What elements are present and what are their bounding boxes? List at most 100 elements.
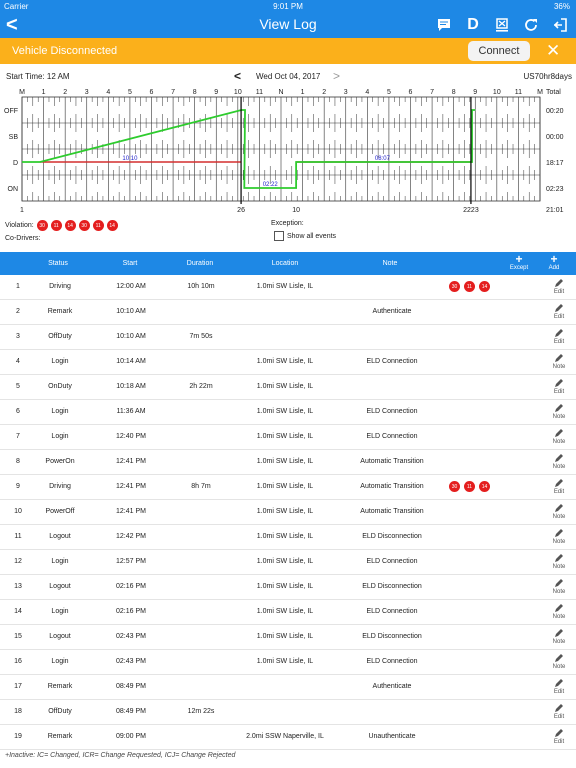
pencil-icon bbox=[546, 578, 572, 588]
table-row[interactable]: 5 OnDuty 10:18 AM 2h 22m 1.0mi SW Lisle, IL E… bbox=[0, 375, 576, 400]
table-row[interactable]: 1 Driving 12:00 AM 10h 10m 1.0mi SW Lisle, I… bbox=[0, 275, 576, 300]
edit-button[interactable]: Edit bbox=[546, 278, 572, 296]
row-location: 1.0mi SW Lisle, IL bbox=[256, 558, 314, 565]
pencil-icon bbox=[546, 703, 572, 713]
row-status: Logout bbox=[49, 633, 71, 640]
row-start: 02:16 PM bbox=[116, 608, 146, 615]
table-row[interactable]: 2 Remark 10:10 AM Authenticate Edit bbox=[0, 300, 576, 325]
action-label: Note bbox=[552, 439, 566, 445]
note-button[interactable]: Note bbox=[546, 353, 572, 371]
action-label: Note bbox=[552, 639, 566, 645]
refresh-icon[interactable] bbox=[521, 15, 541, 35]
table-row[interactable]: 10 PowerOff 12:41 PM 1.0mi SW Lisle, IL Auto… bbox=[0, 500, 576, 525]
hour-label: 6 bbox=[409, 89, 413, 96]
close-icon[interactable]: ✕ bbox=[546, 41, 560, 61]
note-button[interactable]: Note bbox=[546, 578, 572, 596]
note-button[interactable]: Note bbox=[546, 503, 572, 521]
table-row[interactable]: 18 OffDuty 08:49 PM 12m 22s Edit bbox=[0, 700, 576, 725]
col-location: Location bbox=[271, 260, 299, 267]
row-start: 08:49 PM bbox=[116, 708, 146, 715]
table-row[interactable]: 9 Driving 12:41 PM 8h 7m 1.0mi SW Lisle, IL A… bbox=[0, 475, 576, 500]
action-label: Edit bbox=[553, 339, 565, 345]
add-label: Add bbox=[548, 265, 560, 271]
col-note: Note bbox=[382, 260, 398, 267]
d-icon[interactable]: D bbox=[463, 15, 483, 35]
note-button[interactable]: Note bbox=[546, 453, 572, 471]
col-start: Start bbox=[122, 260, 138, 267]
row-number: 9 bbox=[16, 483, 20, 490]
row-status: Remark bbox=[47, 683, 73, 690]
row-location: 1.0mi SW Lisle, IL bbox=[256, 458, 314, 465]
note-button[interactable]: Note bbox=[546, 653, 572, 671]
row-violations: 30 11 14 bbox=[449, 281, 490, 292]
col-duration: Duration bbox=[186, 260, 214, 267]
row-number: 13 bbox=[14, 583, 22, 590]
add-button[interactable]: + Add bbox=[539, 253, 569, 272]
note-button[interactable]: Note bbox=[546, 428, 572, 446]
edit-button[interactable]: Edit bbox=[546, 303, 572, 321]
note-button[interactable]: Note bbox=[546, 553, 572, 571]
pencil-icon bbox=[546, 603, 572, 613]
pencil-icon bbox=[546, 678, 572, 688]
row-number: 14 bbox=[14, 608, 22, 615]
hour-label: 7 bbox=[430, 89, 434, 96]
row-label-off: OFF bbox=[4, 108, 18, 115]
log-date: Wed Oct 04, 2017 bbox=[256, 72, 321, 81]
edit-button[interactable]: Edit bbox=[546, 703, 572, 721]
show-all-events-toggle[interactable]: Show all events bbox=[274, 231, 336, 241]
row-status: PowerOff bbox=[45, 508, 75, 515]
show-all-checkbox[interactable] bbox=[274, 231, 284, 241]
row-number: 15 bbox=[14, 633, 22, 640]
co-drivers-label: Co-Drivers: bbox=[5, 235, 41, 242]
connect-button[interactable]: Connect bbox=[468, 41, 530, 61]
row-start: 11:36 AM bbox=[116, 408, 146, 415]
edit-button[interactable]: Edit bbox=[546, 678, 572, 696]
table-row[interactable]: 17 Remark 08:49 PM Authenticate Edit bbox=[0, 675, 576, 700]
hour-label: 1 bbox=[301, 89, 305, 96]
row-number: 4 bbox=[16, 358, 20, 365]
row-start: 08:49 PM bbox=[116, 683, 146, 690]
footnote: +Inactive: IC= Changed, ICR= Change Requ… bbox=[5, 752, 236, 759]
table-row[interactable]: 19 Remark 09:00 PM 2.0mi SSW Naperville, IL… bbox=[0, 725, 576, 750]
table-row[interactable]: 7 Login 12:40 PM 1.0mi SW Lisle, IL ELD Conn… bbox=[0, 425, 576, 450]
note-button[interactable]: Note bbox=[546, 528, 572, 546]
logout-icon[interactable] bbox=[550, 15, 570, 35]
table-row[interactable]: 4 Login 10:14 AM 1.0mi SW Lisle, IL ELD Conn… bbox=[0, 350, 576, 375]
row-status: PowerOn bbox=[45, 458, 75, 465]
table-row[interactable]: 14 Login 02:16 PM 1.0mi SW Lisle, IL ELD Con… bbox=[0, 600, 576, 625]
table-row[interactable]: 6 Login 11:36 AM 1.0mi SW Lisle, IL ELD Conn… bbox=[0, 400, 576, 425]
bottom-label: 1 bbox=[20, 207, 24, 214]
violation-badge: 30 bbox=[36, 220, 48, 231]
edit-button[interactable]: Edit bbox=[546, 328, 572, 346]
transfer-icon[interactable] bbox=[492, 15, 512, 35]
table-row[interactable]: 15 Logout 02:43 PM 1.0mi SW Lisle, IL ELD Di… bbox=[0, 625, 576, 650]
action-label: Note bbox=[552, 564, 566, 570]
row-note: Automatic Transition bbox=[360, 458, 424, 465]
action-label: Edit bbox=[553, 689, 565, 695]
note-button[interactable]: Note bbox=[546, 628, 572, 646]
message-icon[interactable] bbox=[434, 15, 454, 35]
hour-label: 5 bbox=[387, 89, 391, 96]
table-row[interactable]: 11 Logout 12:42 PM 1.0mi SW Lisle, IL ELD Di… bbox=[0, 525, 576, 550]
edit-button[interactable]: Edit bbox=[546, 378, 572, 396]
show-all-label: Show all events bbox=[287, 232, 337, 240]
table-row[interactable]: 8 PowerOn 12:41 PM 1.0mi SW Lisle, IL Automa… bbox=[0, 450, 576, 475]
row-start: 12:00 AM bbox=[116, 283, 146, 290]
plus-icon: + bbox=[515, 252, 523, 266]
banner-message: Vehicle Disconnected bbox=[12, 45, 118, 57]
note-button[interactable]: Note bbox=[546, 403, 572, 421]
table-row[interactable]: 12 Login 12:57 PM 1.0mi SW Lisle, IL ELD Con… bbox=[0, 550, 576, 575]
edit-button[interactable]: Edit bbox=[546, 478, 572, 496]
row-label-on: ON bbox=[8, 186, 19, 193]
hour-label: 11 bbox=[515, 89, 522, 96]
table-row[interactable]: 13 Logout 02:16 PM 1.0mi SW Lisle, IL ELD Di… bbox=[0, 575, 576, 600]
row-total-on: 02:23 bbox=[546, 186, 564, 193]
next-day-button[interactable]: > bbox=[333, 69, 340, 83]
except-button[interactable]: + Except bbox=[504, 252, 534, 272]
row-note: Automatic Transition bbox=[360, 508, 424, 515]
table-row[interactable]: 3 OffDuty 10:10 AM 7m 50s Edit bbox=[0, 325, 576, 350]
edit-button[interactable]: Edit bbox=[546, 728, 572, 746]
previous-day-button[interactable]: < bbox=[234, 69, 241, 83]
note-button[interactable]: Note bbox=[546, 603, 572, 621]
table-row[interactable]: 16 Login 02:43 PM 1.0mi SW Lisle, IL ELD Con… bbox=[0, 650, 576, 675]
